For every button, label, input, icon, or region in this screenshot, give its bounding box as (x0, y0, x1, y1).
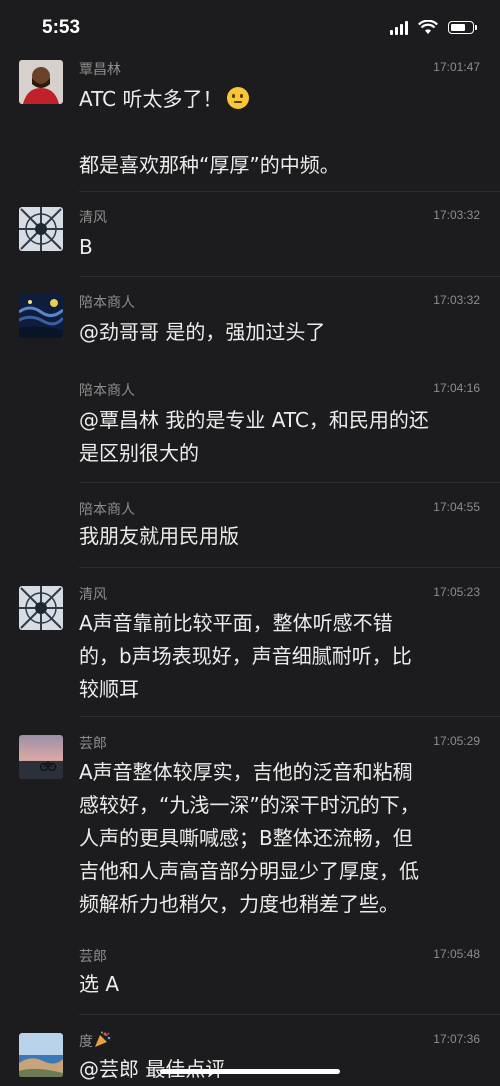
battery-icon (448, 21, 477, 34)
message-line: 是区别很大的 (79, 441, 199, 465)
avatar[interactable] (19, 207, 63, 251)
sender-name: 陪本商人 (79, 295, 135, 311)
message-line: @劲哥哥 是的，强加过头了 (79, 320, 326, 344)
avatar[interactable] (19, 60, 63, 104)
message-line: 较顺耳 (79, 677, 139, 701)
status-bar: 5:53 (0, 0, 500, 60)
sender-name: 陪本商人 (79, 383, 135, 399)
message-line: 的，b声场表现好，声音细腻耐听，比 (79, 644, 412, 668)
message-text: 选 A (79, 968, 479, 1001)
message-time: 17:01:47 (433, 60, 480, 74)
message-line: 我朋友就用民用版 (79, 524, 239, 548)
sender-name: 清风 (79, 587, 107, 603)
message-line: 频解析力也稍欠，力度也稍差了些。 (79, 892, 399, 916)
sender-name: 清风 (79, 210, 107, 226)
message-time: 17:05:23 (433, 585, 480, 599)
sender-name: 芸郎 (79, 736, 107, 752)
avatar[interactable] (19, 586, 63, 630)
message-line: ATC 听太多了！ (79, 87, 223, 111)
message-line: 人声的更具嘶喊感；B整体还流畅，但 (79, 826, 413, 850)
divider (79, 1014, 500, 1015)
sender-name-text: 度 (79, 1034, 93, 1050)
message-time: 17:04:16 (433, 381, 480, 395)
divider (79, 276, 500, 277)
message-line: A声音整体较厚实，吉他的泛音和粘稠 (79, 760, 413, 784)
divider (79, 482, 500, 483)
message-text: A声音靠前比较平面，整体听感不错 的，b声场表现好，声音细腻耐听，比 较顺耳 (79, 607, 479, 706)
message-line: B (79, 235, 93, 259)
avatar[interactable] (19, 294, 63, 338)
thinking-face-emoji-icon (226, 87, 249, 109)
message-time: 17:05:29 (433, 734, 480, 748)
message-time: 17:03:32 (433, 293, 480, 307)
status-icons (390, 20, 477, 35)
message-time: 17:05:48 (433, 947, 480, 961)
sender-name: 覃昌林 (79, 62, 121, 78)
status-time: 5:53 (42, 17, 81, 38)
message-line (79, 116, 479, 149)
message-time: 17:04:55 (433, 500, 480, 514)
message-line: 感较好，“九浅一深”的深干时沉的下， (79, 793, 420, 817)
message-line: @覃昌林 我的是专业 ATC，和民用的还 (79, 408, 429, 432)
message-line: 吉他和人声高音部分明显少了厚度，低 (79, 859, 419, 883)
message-text: A声音整体较厚实，吉他的泛音和粘稠 感较好，“九浅一深”的深干时沉的下， 人声的… (79, 756, 479, 921)
divider (79, 191, 500, 192)
party-popper-emoji-icon (95, 1031, 111, 1047)
message-text: ATC 听太多了！ 都是喜欢那种“厚厚”的中频。 (79, 83, 479, 182)
sender-name: 度 (79, 1031, 111, 1051)
divider (79, 567, 500, 568)
message-line: 选 A (79, 972, 120, 996)
sender-name: 芸郎 (79, 949, 107, 965)
message-text: 我朋友就用民用版 (79, 520, 479, 553)
message-line: 都是喜欢那种“厚厚”的中频。 (79, 153, 340, 177)
message-time: 17:03:32 (433, 208, 480, 222)
avatar[interactable] (19, 1033, 63, 1077)
sender-name: 陪本商人 (79, 502, 135, 518)
message-text: B (79, 231, 479, 264)
message-time: 17:07:36 (433, 1032, 480, 1046)
message-text: @劲哥哥 是的，强加过头了 (79, 316, 479, 349)
avatar[interactable] (19, 735, 63, 779)
divider (79, 716, 500, 717)
message-line: A声音靠前比较平面，整体听感不错 (79, 611, 393, 635)
wifi-icon (418, 20, 438, 34)
message-text: @覃昌林 我的是专业 ATC，和民用的还 是区别很大的 (79, 404, 479, 470)
cellular-signal-icon (390, 20, 408, 35)
home-indicator[interactable] (160, 1069, 340, 1074)
